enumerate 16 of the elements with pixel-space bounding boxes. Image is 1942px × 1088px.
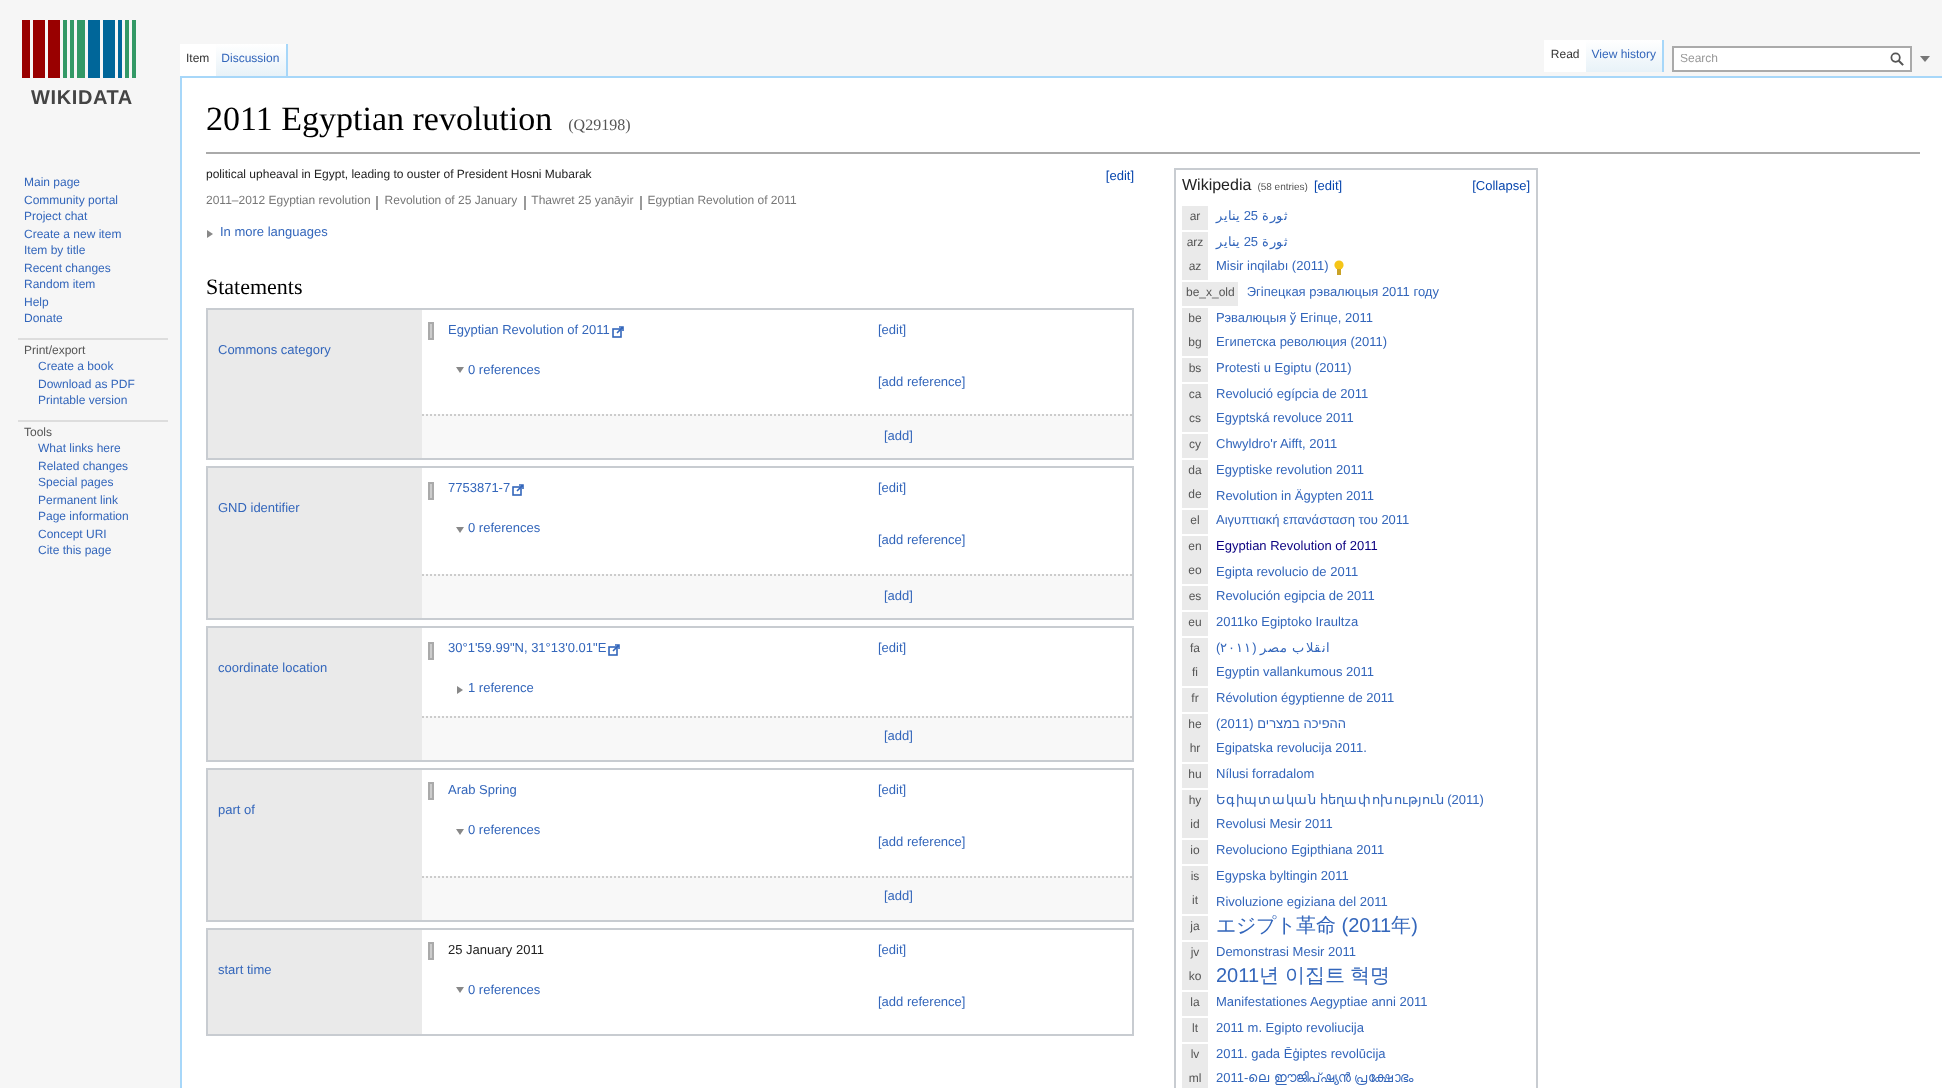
panel-title: Wikipedia — [1182, 173, 1252, 197]
rank-icon[interactable] — [428, 481, 434, 500]
item-id: (Q29198) — [568, 114, 631, 138]
rank-icon[interactable] — [428, 641, 434, 659]
rank-icon[interactable] — [428, 942, 434, 960]
dropdown-icon[interactable] — [1920, 56, 1930, 64]
external-link-icon — [608, 644, 621, 656]
sitelink[interactable]: 2011년 이집트 혁명 — [1216, 966, 1391, 991]
wikidata-logo[interactable]: WIKIDATA — [12, 20, 152, 114]
external-link-icon — [512, 484, 525, 497]
page-title: 2011 Egyptian revolution — [206, 98, 553, 142]
external-link-icon — [611, 325, 624, 337]
section-heading: Statements — [206, 274, 305, 304]
sitelink[interactable]: エジプト革命 (2011年) — [1216, 916, 1418, 941]
rank-icon[interactable] — [428, 782, 434, 801]
rank-icon[interactable] — [428, 322, 434, 340]
